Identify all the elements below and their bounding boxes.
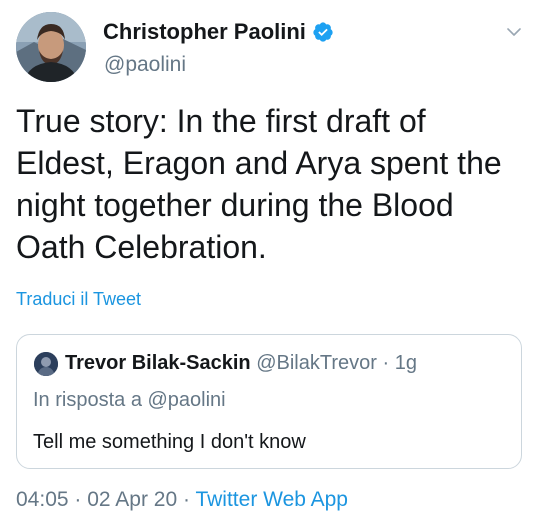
quoted-time[interactable]: 1g [395, 352, 417, 374]
tweet-date[interactable]: 02 Apr 20 [87, 488, 177, 511]
quoted-header: Trevor Bilak-Sackin @BilakTrevor · 1g [65, 350, 417, 376]
footer-separator-1: · [74, 488, 82, 511]
tweet-text: True story: In the first draft of Eldest… [16, 103, 502, 265]
author-avatar[interactable] [16, 12, 86, 82]
reply-to-label: In risposta a @paolini [33, 389, 226, 411]
footer-separator-2: · [183, 488, 190, 511]
quoted-avatar[interactable] [34, 352, 58, 376]
profile-photo-icon [16, 12, 86, 82]
translate-tweet-link[interactable]: Traduci il Tweet [16, 287, 141, 311]
author-handle[interactable]: @paolini [104, 52, 186, 78]
tweet-time[interactable]: 04:05 [16, 488, 69, 511]
verified-badge-icon [313, 22, 333, 42]
quoted-separator: · [382, 352, 390, 374]
quoted-display-name[interactable]: Trevor Bilak-Sackin [65, 352, 251, 374]
source-app-link[interactable]: Twitter Web App [195, 488, 348, 511]
quoted-handle[interactable]: @BilakTrevor [256, 352, 377, 374]
chevron-down-icon[interactable] [506, 24, 522, 40]
author-name-text: Christopher Paolini [103, 19, 306, 44]
tweet-footer: 04:05 · 02 Apr 20 · Twitter Web App [16, 486, 348, 514]
quoted-text: Tell me something I don't know [33, 431, 306, 453]
quoted-tweet[interactable]: Trevor Bilak-Sackin @BilakTrevor · 1g In… [16, 334, 522, 469]
quoted-profile-photo-icon [34, 352, 58, 376]
author-display-name[interactable]: Christopher Paolini [103, 18, 334, 46]
